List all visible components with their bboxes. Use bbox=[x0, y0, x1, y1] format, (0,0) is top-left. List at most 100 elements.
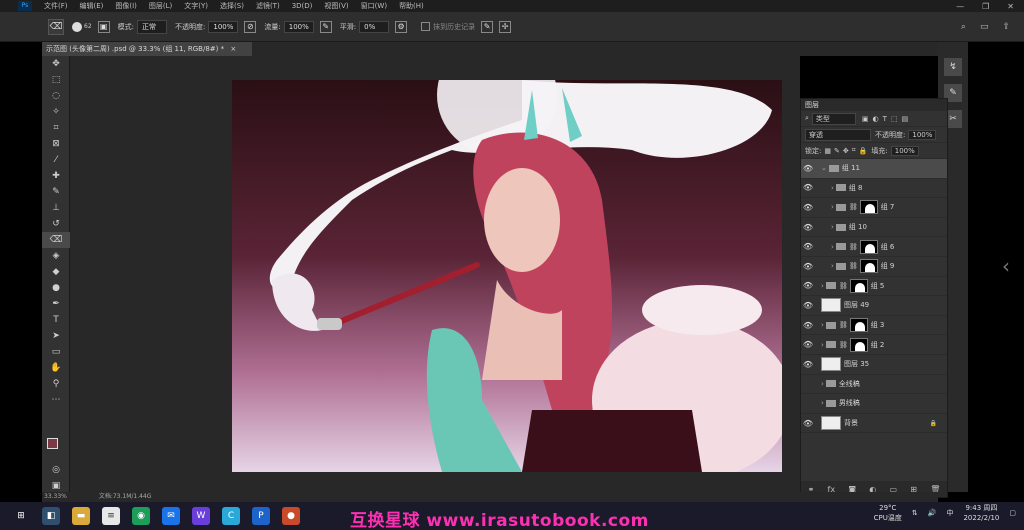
eye-visible-icon[interactable]: 👁 bbox=[801, 262, 815, 271]
taskbar-app-icon[interactable]: ◧ bbox=[42, 507, 60, 525]
erase-history-checkbox[interactable] bbox=[421, 22, 431, 31]
marquee-tool-icon[interactable]: ⬚ bbox=[42, 72, 70, 88]
smart-object-filter-icon[interactable]: ▤ bbox=[902, 115, 909, 123]
eyedropper-tool-icon[interactable]: ⁄ bbox=[42, 152, 70, 168]
eraser-tool-icon[interactable]: ⌫ bbox=[42, 232, 70, 248]
layer-mask-thumbnail[interactable] bbox=[859, 200, 878, 215]
app-p-icon[interactable]: P bbox=[252, 507, 270, 525]
smooth-input[interactable]: 0% bbox=[359, 20, 390, 33]
layer-row[interactable]: › 全线稿 bbox=[801, 375, 947, 395]
layer-name[interactable]: 男线稿 bbox=[839, 398, 860, 408]
menu-file[interactable]: 文件(F) bbox=[38, 1, 74, 11]
notification-icon[interactable]: ▢ bbox=[1009, 509, 1016, 517]
layer-row[interactable]: 👁 › ⛓ 组 9 bbox=[801, 257, 947, 277]
network-icon[interactable]: ⇅ bbox=[912, 509, 918, 517]
layer-fill-input[interactable]: 100% bbox=[890, 145, 919, 156]
browser-icon[interactable]: ◉ bbox=[132, 507, 150, 525]
zoom-level[interactable]: 33.33% bbox=[44, 493, 67, 500]
eye-visible-icon[interactable]: 👁 bbox=[801, 419, 815, 428]
layer-name[interactable]: 组 11 bbox=[842, 163, 860, 173]
layer-filter-select[interactable]: 类型 bbox=[811, 112, 856, 125]
windows-start-icon[interactable]: ⊞ bbox=[12, 507, 30, 525]
foreground-color-swatch[interactable] bbox=[47, 438, 58, 449]
chevron-right-icon[interactable]: › bbox=[821, 341, 824, 349]
opacity-input[interactable]: 100% bbox=[208, 20, 239, 33]
layer-name[interactable]: 组 10 bbox=[849, 222, 867, 232]
menu-type[interactable]: 文字(Y) bbox=[178, 1, 214, 11]
layer-name[interactable]: 组 7 bbox=[881, 202, 895, 212]
layer-mask-thumbnail[interactable] bbox=[859, 239, 878, 254]
chevron-right-icon[interactable]: › bbox=[831, 184, 834, 192]
mail-icon[interactable]: ✉ bbox=[162, 507, 180, 525]
layer-row[interactable]: 👁 图层 35 bbox=[801, 355, 947, 375]
pressure-size-icon[interactable]: ✎ bbox=[481, 20, 494, 33]
menu-edit[interactable]: 编辑(E) bbox=[74, 1, 110, 11]
chevron-right-icon[interactable]: › bbox=[821, 380, 824, 388]
menu-view[interactable]: 视图(V) bbox=[318, 1, 354, 11]
chevron-left-icon[interactable]: ‹ bbox=[1002, 254, 1010, 278]
zoom-tool-icon[interactable]: ⚲ bbox=[42, 376, 70, 392]
crop-tool-icon[interactable]: ⌗ bbox=[42, 120, 70, 136]
layer-row[interactable]: 👁 › ⛓ 组 5 bbox=[801, 277, 947, 297]
layer-thumbnail[interactable] bbox=[821, 416, 841, 431]
layer-row[interactable]: 👁 › 组 8 bbox=[801, 179, 947, 199]
layer-name[interactable]: 组 5 bbox=[871, 281, 885, 291]
menu-window[interactable]: 窗口(W) bbox=[355, 1, 393, 11]
brush-settings-icon[interactable]: ▣ bbox=[97, 20, 110, 33]
chevron-right-icon[interactable]: › bbox=[831, 223, 834, 231]
clone-stamp-tool-icon[interactable]: ⊥ bbox=[42, 200, 70, 216]
layer-row[interactable]: 👁 图层 49 bbox=[801, 296, 947, 316]
menu-select[interactable]: 选择(S) bbox=[214, 1, 250, 11]
eye-visible-icon[interactable]: 👁 bbox=[801, 203, 815, 212]
menu-help[interactable]: 帮助(H) bbox=[393, 1, 430, 11]
frame-tool-icon[interactable]: ⊠ bbox=[42, 136, 70, 152]
eye-visible-icon[interactable]: 👁 bbox=[801, 164, 815, 173]
brush-preset-picker[interactable]: 62 bbox=[72, 21, 92, 32]
layer-row[interactable]: 👁 › 组 10 bbox=[801, 218, 947, 238]
chevron-down-icon[interactable]: ⌄ bbox=[821, 164, 827, 172]
layer-name[interactable]: 全线稿 bbox=[839, 379, 860, 389]
brush-tool-icon[interactable]: ✎ bbox=[42, 184, 70, 200]
magic-wand-tool-icon[interactable]: ✧ bbox=[42, 104, 70, 120]
eye-visible-icon[interactable]: 👁 bbox=[801, 183, 815, 192]
layer-name[interactable]: 组 6 bbox=[881, 242, 895, 252]
menu-image[interactable]: 图像(I) bbox=[109, 1, 143, 11]
quick-mask-icon[interactable]: ◎ bbox=[42, 462, 70, 478]
workspace-icon[interactable]: ▭ bbox=[980, 22, 989, 32]
layer-name[interactable]: 组 8 bbox=[849, 183, 863, 193]
file-explorer-icon[interactable]: ▬ bbox=[72, 507, 90, 525]
app-w-icon[interactable]: W bbox=[192, 507, 210, 525]
layer-row[interactable]: 👁 › ⛓ 组 2 bbox=[801, 335, 947, 355]
chevron-right-icon[interactable]: › bbox=[821, 321, 824, 329]
pen-tool-icon[interactable]: ✒ bbox=[42, 296, 70, 312]
chevron-right-icon[interactable]: › bbox=[831, 243, 834, 251]
eye-visible-icon[interactable]: 👁 bbox=[801, 360, 815, 369]
tab-close-icon[interactable]: × bbox=[230, 45, 236, 53]
search-icon[interactable]: ⌕ bbox=[961, 22, 966, 32]
eye-visible-icon[interactable]: 👁 bbox=[801, 281, 815, 290]
restore-icon[interactable]: ❐ bbox=[982, 2, 989, 11]
close-icon[interactable]: ✕ bbox=[1007, 2, 1014, 11]
paint-bucket-tool-icon[interactable]: ◈ bbox=[42, 248, 70, 264]
layer-mask-thumbnail[interactable] bbox=[849, 278, 868, 293]
eye-visible-icon[interactable]: 👁 bbox=[801, 223, 815, 232]
layer-thumbnail[interactable] bbox=[821, 298, 841, 313]
flow-input[interactable]: 100% bbox=[283, 20, 314, 33]
menu-layer[interactable]: 图层(L) bbox=[143, 1, 178, 11]
history-panel-icon[interactable]: ↯ bbox=[944, 58, 962, 76]
eraser-tool-icon[interactable]: ⌫ bbox=[48, 18, 64, 35]
layer-mask-thumbnail[interactable] bbox=[859, 259, 878, 274]
type-filter-icon[interactable]: T bbox=[883, 115, 887, 123]
layer-row[interactable]: 👁 ⌄ 组 11 bbox=[801, 159, 947, 179]
eye-visible-icon[interactable]: 👁 bbox=[801, 242, 815, 251]
dodge-tool-icon[interactable]: ● bbox=[42, 280, 70, 296]
layer-name[interactable]: 组 9 bbox=[881, 261, 895, 271]
layer-opacity-input[interactable]: 100% bbox=[908, 129, 937, 140]
blend-mode-select[interactable]: 穿透 bbox=[805, 128, 871, 141]
layer-row[interactable]: 👁 背景 🔒 bbox=[801, 414, 947, 434]
chevron-right-icon[interactable]: › bbox=[821, 282, 824, 290]
path-selection-tool-icon[interactable]: ➤ bbox=[42, 328, 70, 344]
healing-brush-tool-icon[interactable]: ✚ bbox=[42, 168, 70, 184]
shape-filter-icon[interactable]: ⬚ bbox=[891, 115, 898, 123]
pixel-filter-icon[interactable]: ▣ bbox=[862, 115, 869, 123]
